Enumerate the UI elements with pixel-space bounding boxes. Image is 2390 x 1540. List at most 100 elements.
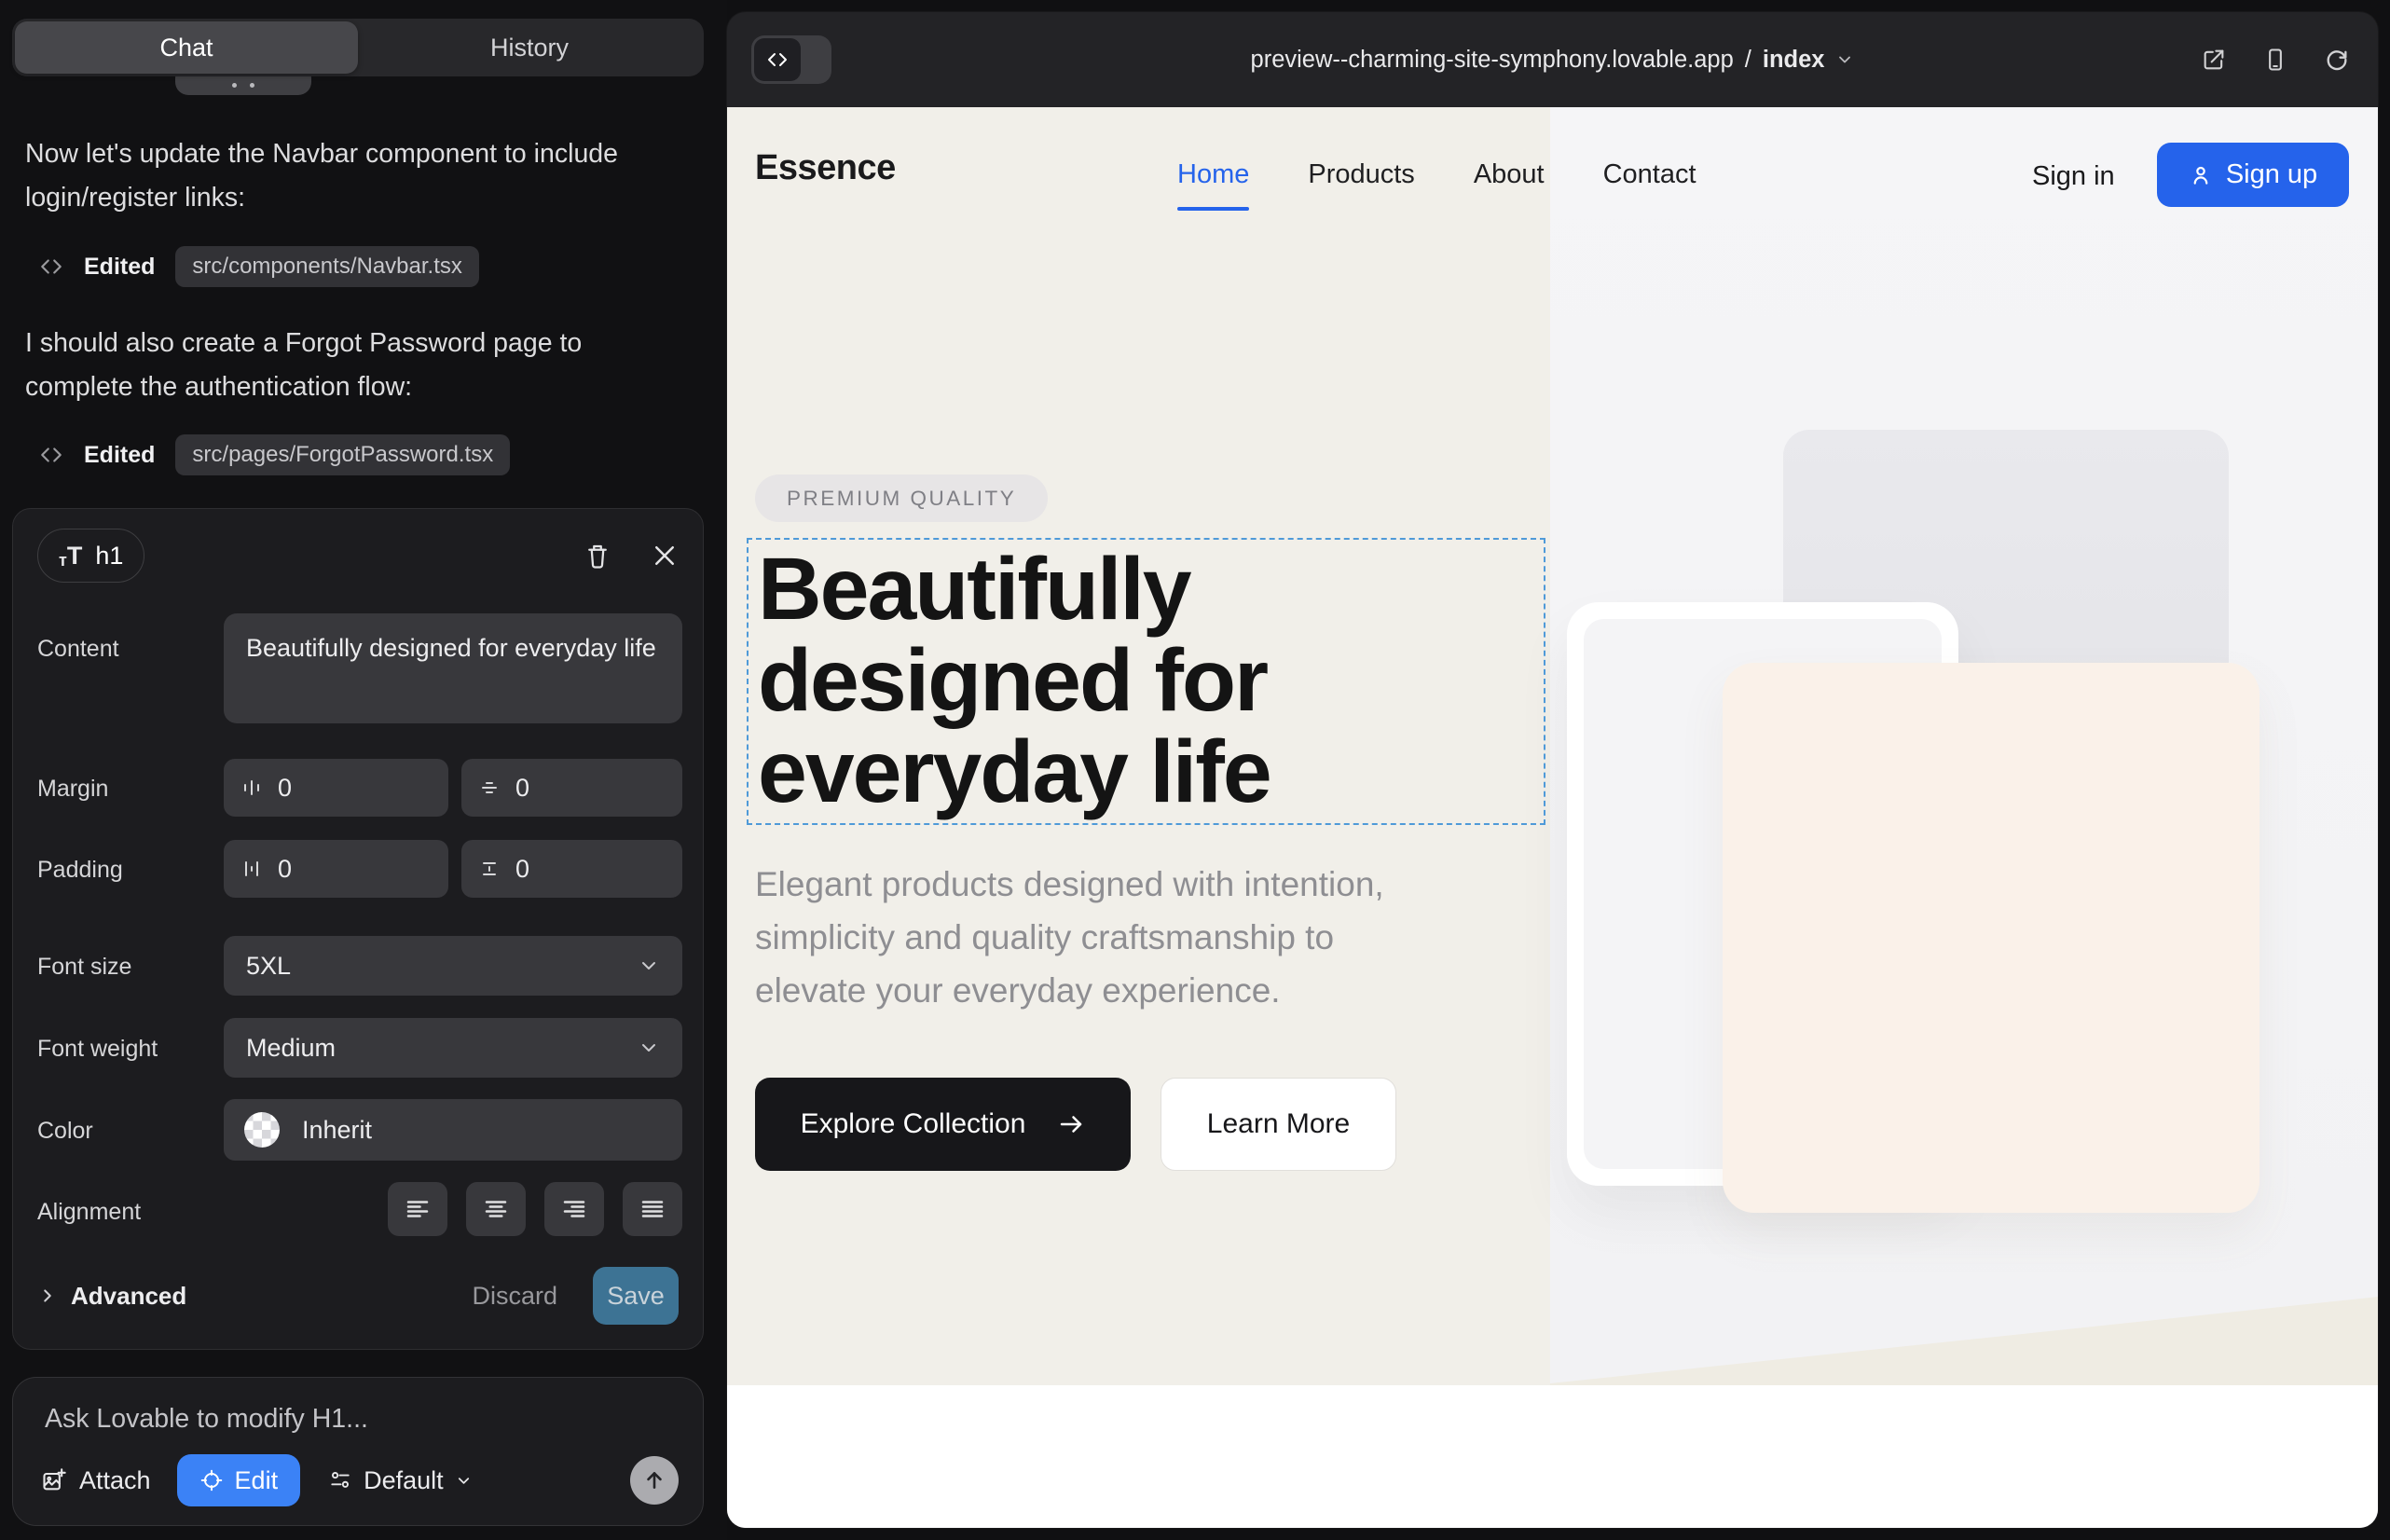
font-weight-select[interactable]: Medium [224,1018,682,1078]
hero-heading-line: Beautifully [758,543,1271,635]
attach-button[interactable]: Attach [41,1466,151,1495]
chevron-down-icon [638,955,660,977]
padding-y-value: 0 [515,855,529,884]
file-chip[interactable]: src/pages/ForgotPassword.tsx [175,434,510,475]
padding-y-icon [478,858,501,880]
edited-label: Edited [84,254,155,281]
code-view-toggle[interactable] [751,35,831,84]
chat-message: Now let's update the Navbar component to… [25,132,687,220]
sliders-icon [328,1468,352,1492]
editor-footer: Advanced Discard Save [37,1266,679,1326]
color-value: Inherit [302,1116,372,1145]
margin-x-value: 0 [278,774,292,803]
url-host: preview--charming-site-symphony.lovable.… [1251,47,1734,74]
editor-header: тT h1 [37,528,679,584]
arrow-right-icon [1057,1110,1085,1138]
align-justify-button[interactable] [623,1182,682,1236]
site-logo[interactable]: Essence [755,148,896,188]
refresh-button[interactable] [2324,47,2350,73]
chevron-down-icon [455,1472,473,1490]
hero-heading-line: everyday life [758,726,1271,818]
nav-link-products[interactable]: Products [1308,159,1414,190]
site-canvas: Essence Home Products About Contact Sign… [727,107,2378,1528]
font-weight-label: Font weight [37,1036,158,1063]
edit-label: Edit [235,1466,279,1495]
advanced-label: Advanced [71,1282,186,1311]
discard-button[interactable]: Discard [472,1282,557,1311]
learn-more-button[interactable]: Learn More [1161,1078,1396,1171]
chat-input[interactable]: Ask Lovable to modify H1... [45,1404,368,1435]
font-size-value: 5XL [246,952,291,981]
sign-up-button[interactable]: Sign up [2157,143,2349,207]
h1-selection-box[interactable]: Beautifully designed for everyday life [747,538,1545,825]
hero-description-line: elevate your everyday experience. [755,964,1384,1017]
send-button[interactable] [630,1456,679,1505]
margin-x-icon [240,777,263,799]
chevron-down-icon [638,1037,660,1059]
site-nav-links: Home Products About Contact [1177,159,1696,190]
element-tag-chip[interactable]: тT h1 [37,529,144,583]
url-bar[interactable]: preview--charming-site-symphony.lovable.… [1251,47,1855,74]
chat-input-box: Ask Lovable to modify H1... Attach Edit … [12,1377,704,1526]
align-left-button[interactable] [388,1182,447,1236]
padding-y-input[interactable]: 0 [461,840,682,898]
delete-element-button[interactable] [584,542,611,570]
font-weight-value: Medium [246,1034,336,1063]
font-size-label: Font size [37,954,131,981]
user-icon [2189,163,2213,187]
align-center-icon [482,1195,510,1223]
chat-mode-select[interactable]: Default [328,1466,473,1495]
sign-up-label: Sign up [2226,159,2317,190]
chevron-down-icon [1835,50,1854,69]
hero-section: PREMIUM QUALITY Beautifully designed for… [727,107,2378,1528]
margin-x-input[interactable]: 0 [224,759,448,817]
refresh-icon [2324,47,2350,73]
edited-file-row: Edited src/pages/ForgotPassword.tsx [39,434,510,475]
nav-link-home[interactable]: Home [1177,159,1249,190]
external-link-icon [2201,47,2227,73]
color-input[interactable]: Inherit [224,1099,682,1161]
padding-x-input[interactable]: 0 [224,840,448,898]
file-chip[interactable]: src/components/Navbar.tsx [175,246,478,287]
text-size-icon: тT [59,543,82,569]
explore-collection-button[interactable]: Explore Collection [755,1078,1131,1171]
preview-header: preview--charming-site-symphony.lovable.… [727,12,2378,107]
save-button[interactable]: Save [593,1267,679,1325]
align-right-button[interactable] [544,1182,604,1236]
explore-collection-label: Explore Collection [801,1108,1026,1140]
attach-image-icon [41,1467,67,1493]
url-page: index [1763,47,1825,74]
preview-actions [2201,12,2350,107]
hero-heading-line: designed for [758,635,1271,726]
nav-link-about[interactable]: About [1474,159,1545,190]
chat-history-tabs: Chat History [12,19,704,76]
send-up-arrow-icon [642,1468,666,1492]
open-external-button[interactable] [2201,47,2227,73]
content-label: Content [37,636,119,663]
tab-chat[interactable]: Chat [15,21,358,74]
hero-description: Elegant products designed with intention… [755,858,1384,1017]
align-center-button[interactable] [466,1182,526,1236]
mobile-view-button[interactable] [2262,47,2288,73]
font-size-select[interactable]: 5XL [224,936,682,996]
tab-history[interactable]: History [358,21,701,74]
close-editor-button[interactable] [651,542,679,570]
margin-y-input[interactable]: 0 [461,759,682,817]
code-icon [39,443,63,467]
url-separator: / [1745,47,1751,74]
element-tag-label: h1 [95,542,123,571]
alignment-buttons [224,1182,682,1236]
chat-sidebar: Chat History Now let's update the Navbar… [0,0,727,1540]
nav-link-contact[interactable]: Contact [1603,159,1696,190]
edit-mode-button[interactable]: Edit [177,1454,301,1506]
padding-x-icon [240,858,263,880]
chevron-right-icon [37,1286,58,1306]
mode-label: Default [364,1466,444,1495]
sign-in-button[interactable]: Sign in [2032,161,2115,192]
color-label: Color [37,1118,93,1145]
transparency-swatch [244,1112,280,1148]
hero-heading[interactable]: Beautifully designed for everyday life [758,543,1271,818]
content-input[interactable]: Beautifully designed for everyday life [224,613,682,723]
advanced-toggle[interactable]: Advanced [37,1282,186,1311]
preview-window: preview--charming-site-symphony.lovable.… [727,12,2378,1528]
